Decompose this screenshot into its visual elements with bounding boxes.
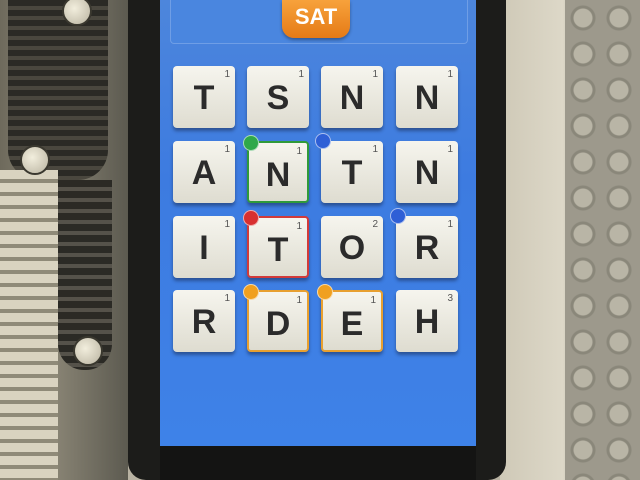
letter-tile[interactable]: T1 [173,66,235,128]
tile-letter: N [414,154,440,192]
tile-letter: S [266,79,290,117]
tile-letter: H [414,303,440,341]
tile-score: 1 [224,219,230,230]
tile-letter: T [193,79,215,117]
bonus-badge-icon [243,135,259,151]
tile-score: 3 [447,293,453,304]
letter-tile[interactable]: T1 [243,210,309,278]
tile-letter: N [339,79,365,117]
letter-tile[interactable]: R1 [173,290,235,352]
tile-score: 1 [372,69,378,80]
tile-score: 1 [370,295,376,306]
tile-score: 1 [224,293,230,304]
tile-score: 1 [296,295,302,306]
tile-letter: N [265,156,291,194]
tile-letter: N [414,79,440,117]
bonus-badge-icon [390,208,406,224]
letter-tile[interactable]: R1 [390,208,458,278]
letter-tile[interactable]: S1 [247,66,309,128]
tile-score: 1 [447,69,453,80]
letter-tile[interactable]: N1 [243,135,309,203]
tile-letter: T [341,154,363,192]
bonus-badge-icon [315,133,331,149]
letter-tile[interactable]: N1 [396,66,458,128]
letter-tile[interactable]: I1 [173,216,235,278]
tile-letter: R [191,303,217,341]
tile-score: 2 [372,219,378,230]
tile-letter: T [267,231,289,269]
tile-score: 1 [296,146,302,157]
letter-tile[interactable]: T1 [315,133,383,203]
tile-letter: E [340,305,364,343]
tile-letter: R [414,229,440,267]
letter-tile[interactable]: O2 [321,216,383,278]
letter-tile[interactable]: E1 [317,284,383,352]
tile-letter: I [199,229,209,267]
tile-score: 1 [296,221,302,232]
letter-board: T1S1N1N1A1N1T1N1I1T1O2R1R1D1E1H3 [0,0,640,480]
letter-tile[interactable]: N1 [321,66,383,128]
bonus-badge-icon [243,210,259,226]
tile-score: 1 [298,69,304,80]
letter-tile[interactable]: A1 [173,141,235,203]
bonus-badge-icon [317,284,333,300]
tile-score: 1 [372,144,378,155]
tile-score: 1 [224,69,230,80]
letter-tile[interactable]: N1 [396,141,458,203]
tile-score: 1 [447,219,453,230]
letter-tile[interactable]: H3 [396,290,458,352]
tile-score: 1 [224,144,230,155]
letter-tile[interactable]: D1 [243,284,309,352]
tile-score: 1 [447,144,453,155]
tile-letter: A [191,154,217,192]
bonus-badge-icon [243,284,259,300]
tile-letter: D [265,305,291,343]
tile-letter: O [338,229,366,267]
